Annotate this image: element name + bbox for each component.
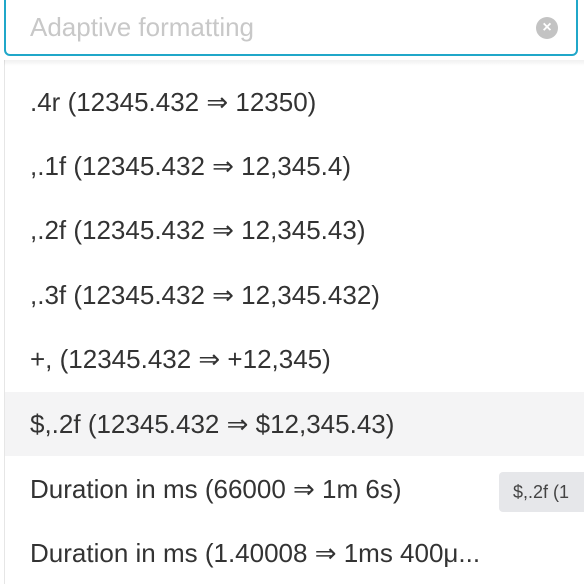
menu-shadow xyxy=(4,60,584,66)
option-plus-comma[interactable]: +, (12345.432 ⇒ +12,345) xyxy=(5,327,584,391)
option-3f[interactable]: ,.3f (12345.432 ⇒ 12,345.432) xyxy=(5,263,584,327)
option-currency-2f[interactable]: $,.2f (12345.432 ⇒ $12,345.43) xyxy=(5,392,584,456)
format-tooltip: $,.2f (1 xyxy=(499,472,584,512)
search-input[interactable] xyxy=(30,11,510,43)
format-select-root: × .4r (12345.432 ⇒ 12350) ,.1f (12345.43… xyxy=(0,0,584,584)
option-duration-1-40008[interactable]: Duration in ms (1.40008 ⇒ 1ms 400μ... xyxy=(5,521,584,584)
clear-icon[interactable]: × xyxy=(536,17,558,39)
option-4r[interactable]: .4r (12345.432 ⇒ 12350) xyxy=(5,70,584,134)
option-duration-66000[interactable]: Duration in ms (66000 ⇒ 1m 6s) xyxy=(5,457,584,521)
option-2f[interactable]: ,.2f (12345.432 ⇒ 12,345.43) xyxy=(5,198,584,262)
format-select-control[interactable]: × xyxy=(4,0,578,56)
option-1f[interactable]: ,.1f (12345.432 ⇒ 12,345.4) xyxy=(5,134,584,198)
dropdown-menu: .4r (12345.432 ⇒ 12350) ,.1f (12345.432 … xyxy=(4,60,584,584)
